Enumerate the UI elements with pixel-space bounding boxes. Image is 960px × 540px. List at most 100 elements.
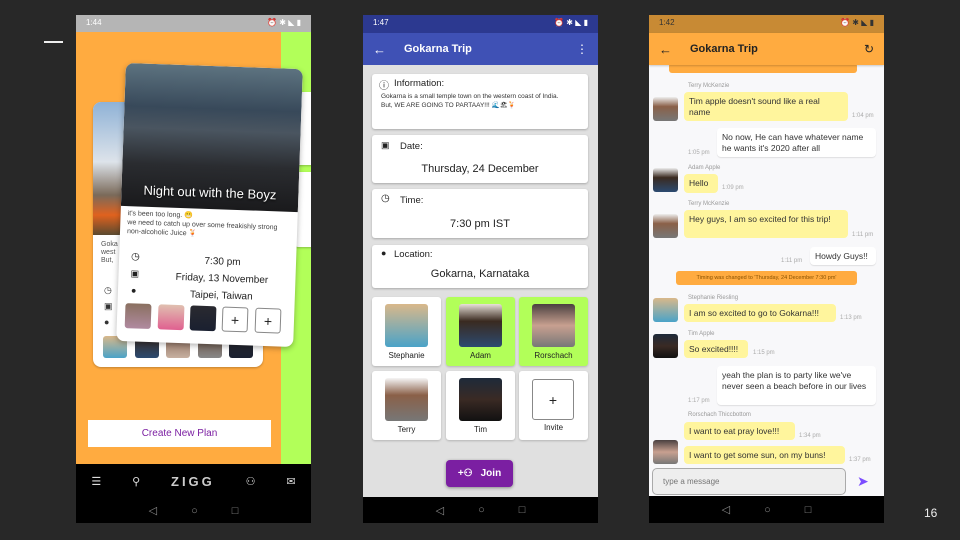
people-icon[interactable]: ⚇ (246, 475, 256, 488)
message-time: 1:05 pm (688, 150, 710, 156)
android-nav: ◁ ○ □ (363, 497, 598, 523)
time-card: ◷ Time: 7:30 pm IST (372, 189, 588, 238)
refresh-icon[interactable]: ↻ (864, 42, 874, 56)
sender-name: Rorschach Thiccbottom (688, 412, 751, 418)
member-card[interactable]: Rorschach (519, 297, 588, 366)
home-nav-icon[interactable]: ○ (191, 505, 198, 517)
plan-time: 7:30 pm (204, 255, 241, 269)
chat-message: I want to eat pray love!!! (684, 422, 795, 440)
date-label: Date: (400, 141, 423, 152)
date-value: Thursday, 24 December (421, 163, 539, 175)
location-icon: ● (381, 248, 387, 258)
app-bar: ← Gokarna Trip ⋮ (363, 33, 598, 65)
sender-name: Tim Apple (688, 331, 715, 337)
back-nav-icon[interactable]: ◁ (436, 504, 444, 517)
sender-name: Terry McKenzie (688, 83, 730, 89)
chat-message: Hello (684, 174, 718, 193)
create-new-plan-button[interactable]: Create New Plan (88, 420, 271, 447)
chat-message: I am so excited to go to Gokarna!!! (684, 304, 836, 322)
phone-plan-details: 1:47 ⏰ ✱ ◣ ▮ ← Gokarna Trip ⋮ ⓘ Informati… (363, 15, 598, 523)
add-member-button[interactable]: + (254, 307, 282, 334)
member-card[interactable]: Stephanie (372, 297, 441, 366)
calendar-icon: ▣ (381, 140, 390, 150)
status-bar: 1:44 ⏰ ✱ ◣ ▮ (76, 15, 311, 32)
timing-changed-notice: Timing was changed to 'Thursday, 24 Dece… (676, 271, 857, 285)
status-icons: ⏰ ✱ ◣ ▮ (267, 18, 301, 27)
invite-button[interactable]: + Invite (519, 371, 588, 440)
back-nav-icon[interactable]: ◁ (722, 503, 730, 516)
join-button[interactable]: +⚇ Join (446, 460, 513, 487)
time-value: 7:30 pm IST (450, 218, 510, 230)
plan-card-description: it's been too long. 😬 we need to catch u… (126, 210, 278, 238)
message-time: 1:34 pm (799, 433, 821, 439)
back-card-text: Goka west But, (101, 241, 118, 264)
avatar-terry (653, 97, 678, 121)
recents-nav-icon[interactable]: □ (805, 504, 812, 516)
location-icon: ● (130, 285, 137, 296)
member-photo (459, 378, 502, 421)
chat-message: yeah the plan is to party like we've nev… (717, 366, 876, 405)
home-nav-icon[interactable]: ○ (764, 504, 771, 516)
avatar (189, 305, 217, 332)
time-label: Time: (400, 195, 424, 206)
recents-nav-icon[interactable]: □ (519, 504, 526, 516)
message-input[interactable] (652, 468, 846, 495)
clock-icon: ◷ (130, 251, 141, 263)
date-card: ▣ Date: Thursday, 24 December (372, 135, 588, 183)
app-bar-title: Gokarna Trip (404, 43, 472, 55)
plan-location: Taipei, Taiwan (189, 289, 253, 303)
avatar-rorschach (653, 440, 678, 464)
recents-nav-icon[interactable]: □ (232, 505, 239, 517)
chat-message: Tim apple doesn't sound like a real name (684, 92, 848, 121)
android-nav: ◁ ○ □ (649, 496, 884, 523)
status-icons: ⏰ ✱ ◣ ▮ (840, 18, 874, 27)
location-value: Gokarna, Karnataka (430, 268, 530, 280)
back-arrow-icon[interactable]: ← (373, 42, 386, 57)
avatar-terry (653, 214, 678, 238)
chat-message: So excited!!!! (684, 340, 748, 358)
info-icon: ⓘ (379, 81, 389, 92)
message-time: 1:09 pm (722, 185, 744, 191)
status-icons: ⏰ ✱ ◣ ▮ (554, 18, 588, 27)
plan-card[interactable]: Night out with the Boyz it's been too lo… (116, 62, 303, 348)
avatar-tim (653, 334, 678, 358)
clock-icon: ◷ (381, 193, 390, 204)
location-card: ● Location: Gokarna, Karnataka (372, 245, 588, 288)
group-add-icon: +⚇ (457, 468, 473, 479)
tune-icon[interactable]: ☰ (91, 475, 101, 488)
back-nav-icon[interactable]: ◁ (149, 504, 157, 517)
back-card-icons: ◷ ▣ ● (104, 285, 113, 327)
search-icon[interactable]: ⚲ (132, 475, 140, 488)
avatar (124, 303, 152, 330)
sender-name: Adam Apple (688, 165, 721, 171)
chat-message: I want to get some sun, on my buns! (684, 446, 845, 464)
send-icon[interactable]: ➤ (857, 473, 869, 490)
mail-icon[interactable]: ✉ (286, 475, 295, 488)
phone-chat: 1:42 ⏰ ✱ ◣ ▮ ← Gokarna Trip ↻ Terry McKen… (649, 15, 884, 523)
status-bar: 1:47 ⏰ ✱ ◣ ▮ (363, 15, 598, 33)
zigg-logo[interactable]: ZIGG (171, 474, 215, 489)
location-label: Location: (394, 249, 433, 260)
member-photo (532, 304, 575, 347)
avatar-adam (653, 168, 678, 192)
app-bar: ← Gokarna Trip ↻ (649, 33, 884, 65)
add-member-button[interactable]: + (221, 306, 249, 333)
plan-date: Friday, 13 November (175, 271, 269, 287)
status-bar: 1:42 ⏰ ✱ ◣ ▮ (649, 15, 884, 33)
information-card: ⓘ Information: Gokarna is a small temple… (372, 74, 588, 129)
member-photo (459, 304, 502, 347)
message-time: 1:15 pm (753, 350, 775, 356)
chat-message: Howdy Guys!! (810, 247, 876, 265)
back-arrow-icon[interactable]: ← (659, 42, 672, 57)
sender-name: Stephanie Riesling (688, 295, 739, 301)
chat-message: No now, He can have whatever name he wan… (717, 128, 876, 157)
home-nav-icon[interactable]: ○ (478, 504, 485, 516)
member-card[interactable]: Tim (446, 371, 515, 440)
more-vert-icon[interactable]: ⋮ (576, 42, 588, 56)
member-card[interactable]: Terry (372, 371, 441, 440)
slide-dash (44, 41, 63, 43)
plus-icon: + (532, 379, 574, 420)
member-card[interactable]: Adam (446, 297, 515, 366)
message-time: 1:37 pm (849, 457, 871, 463)
message-time: 1:11 pm (852, 232, 874, 238)
